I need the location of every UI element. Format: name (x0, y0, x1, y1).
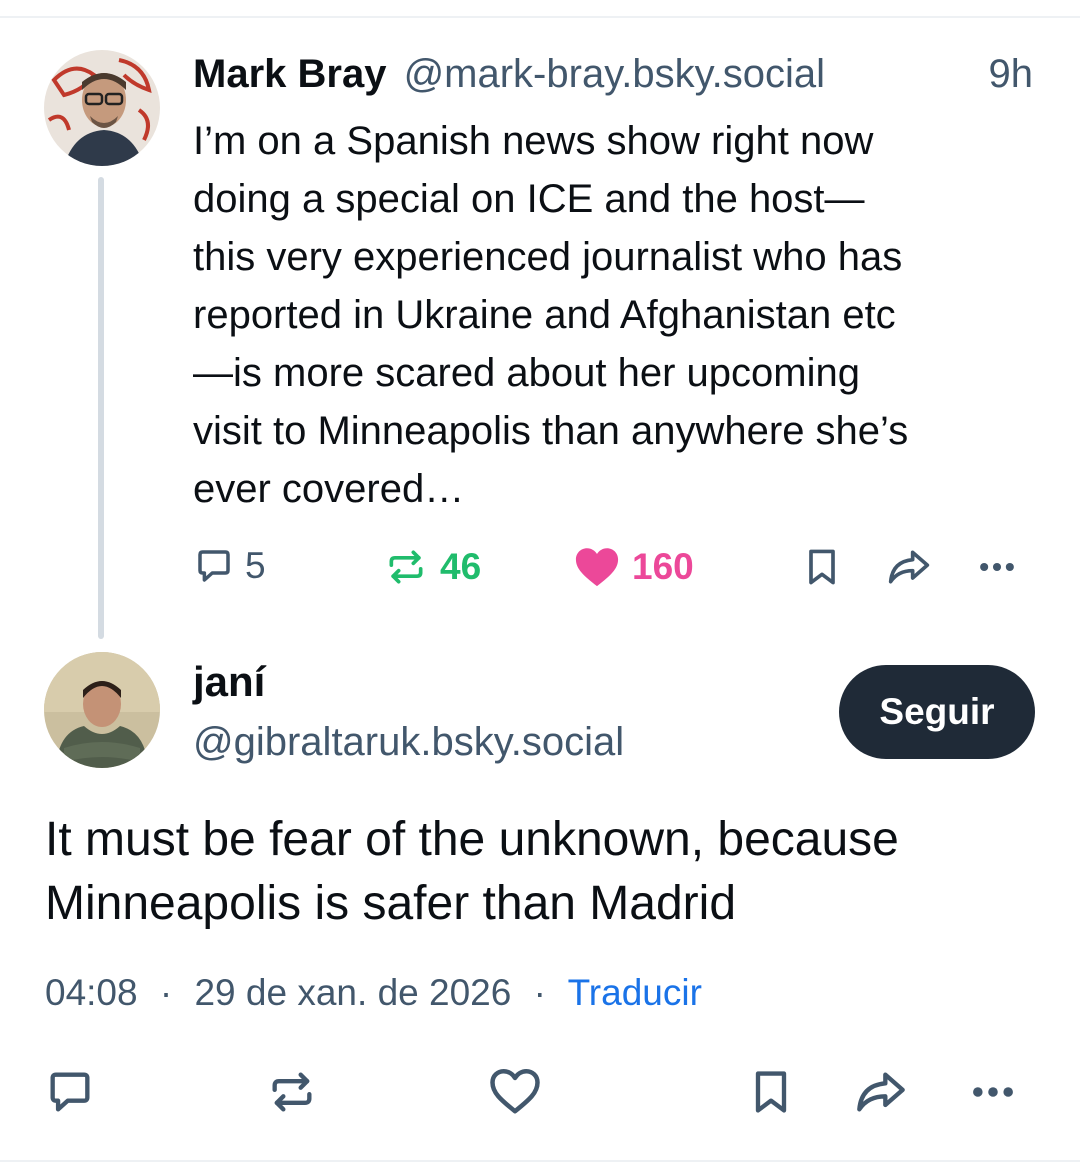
thread-line (98, 177, 104, 639)
share-icon (888, 550, 930, 584)
parent-post-header: Mark Bray @mark-bray.bsky.social 9h (193, 52, 1043, 102)
reply-icon (50, 1072, 90, 1112)
translate-link[interactable]: Traducir (568, 972, 702, 1013)
repost-icon (389, 550, 423, 584)
bookmark-icon (755, 1071, 787, 1113)
reply-icon (198, 550, 230, 582)
parent-bookmark-button[interactable] (800, 545, 844, 589)
parent-post-text[interactable]: I’m on a Spanish news show right now doi… (193, 112, 1053, 518)
follow-button[interactable]: Seguir (839, 665, 1035, 759)
parent-more-button[interactable] (974, 545, 1020, 589)
repost-icon (272, 1072, 312, 1112)
reply-post-meta: 04:08 · 29 de xan. de 2026 · Traducir (45, 972, 702, 1014)
jani-avatar[interactable] (44, 652, 160, 768)
bookmark-icon (809, 549, 835, 585)
meta-separator: · (159, 972, 173, 1013)
reply-bookmark-button[interactable] (745, 1066, 797, 1118)
parent-like-button[interactable]: 160 (574, 545, 694, 589)
reply-author-name[interactable]: janí (193, 658, 265, 706)
parent-author-name[interactable]: Mark Bray (193, 52, 386, 96)
reply-share-button[interactable] (852, 1066, 910, 1118)
mark-bray-avatar[interactable] (44, 50, 160, 166)
reply-post-text[interactable]: It must be fear of the unknown, because … (45, 808, 1045, 936)
reply-post-date: 29 de xan. de 2026 (194, 972, 512, 1013)
parent-repost-count: 46 (440, 546, 482, 587)
more-icon (980, 562, 1014, 572)
like-icon (490, 1068, 540, 1114)
reply-author-handle[interactable]: @gibraltaruk.bsky.social (193, 720, 624, 765)
bottom-divider (0, 1160, 1080, 1162)
parent-author-handle[interactable]: @mark-bray.bsky.social (404, 52, 825, 96)
reply-like-button[interactable] (488, 1066, 542, 1116)
parent-repost-button[interactable]: 46 (384, 545, 481, 589)
reply-reply-button[interactable] (44, 1066, 96, 1118)
like-icon (575, 548, 619, 587)
reply-more-button[interactable] (966, 1066, 1020, 1118)
meta-separator: · (533, 972, 546, 1013)
more-icon (973, 1087, 1013, 1097)
parent-like-count: 160 (632, 546, 694, 587)
share-icon (857, 1072, 905, 1112)
top-divider (0, 16, 1080, 18)
parent-reply-button[interactable]: 5 (193, 545, 266, 587)
parent-post-time[interactable]: 9h (989, 52, 1034, 97)
parent-reply-count: 5 (245, 545, 266, 586)
parent-share-button[interactable] (884, 545, 934, 589)
reply-post-time: 04:08 (45, 972, 138, 1013)
reply-repost-button[interactable] (266, 1066, 318, 1118)
